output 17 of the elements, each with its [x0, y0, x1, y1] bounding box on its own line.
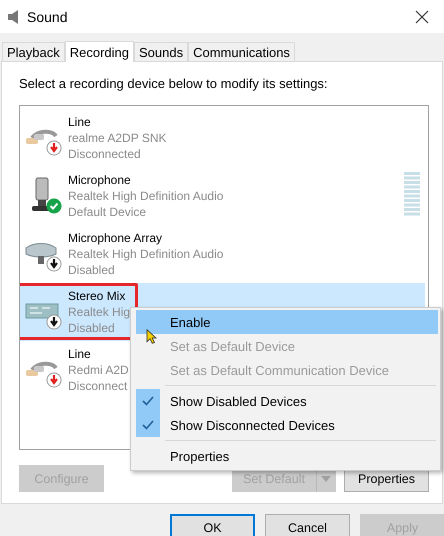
- instruction-text: Select a recording device below to modify its settings:: [19, 76, 329, 93]
- device-status: Disabled: [68, 262, 115, 278]
- device-name: Stereo Mix: [68, 288, 126, 304]
- device-driver: Redmi A2D: [68, 362, 129, 378]
- device-driver: Realtek High Definition Audio: [68, 188, 224, 204]
- device-status: Default Device: [68, 204, 146, 220]
- device-status: Disconnected: [68, 146, 141, 162]
- device-status: Disabled: [68, 320, 115, 336]
- device-name: Line: [68, 346, 91, 362]
- device-driver: Realtek High Definition Audio: [68, 246, 224, 262]
- window-title: Sound: [27, 8, 68, 24]
- device-driver: Realtek Hig: [68, 304, 130, 320]
- device-driver: realme A2DP SNK: [68, 130, 166, 146]
- device-status: Disconnect: [68, 378, 128, 394]
- device-name: Microphone Array: [68, 230, 162, 246]
- device-name: Line: [68, 114, 91, 130]
- device-name: Microphone: [68, 172, 131, 188]
